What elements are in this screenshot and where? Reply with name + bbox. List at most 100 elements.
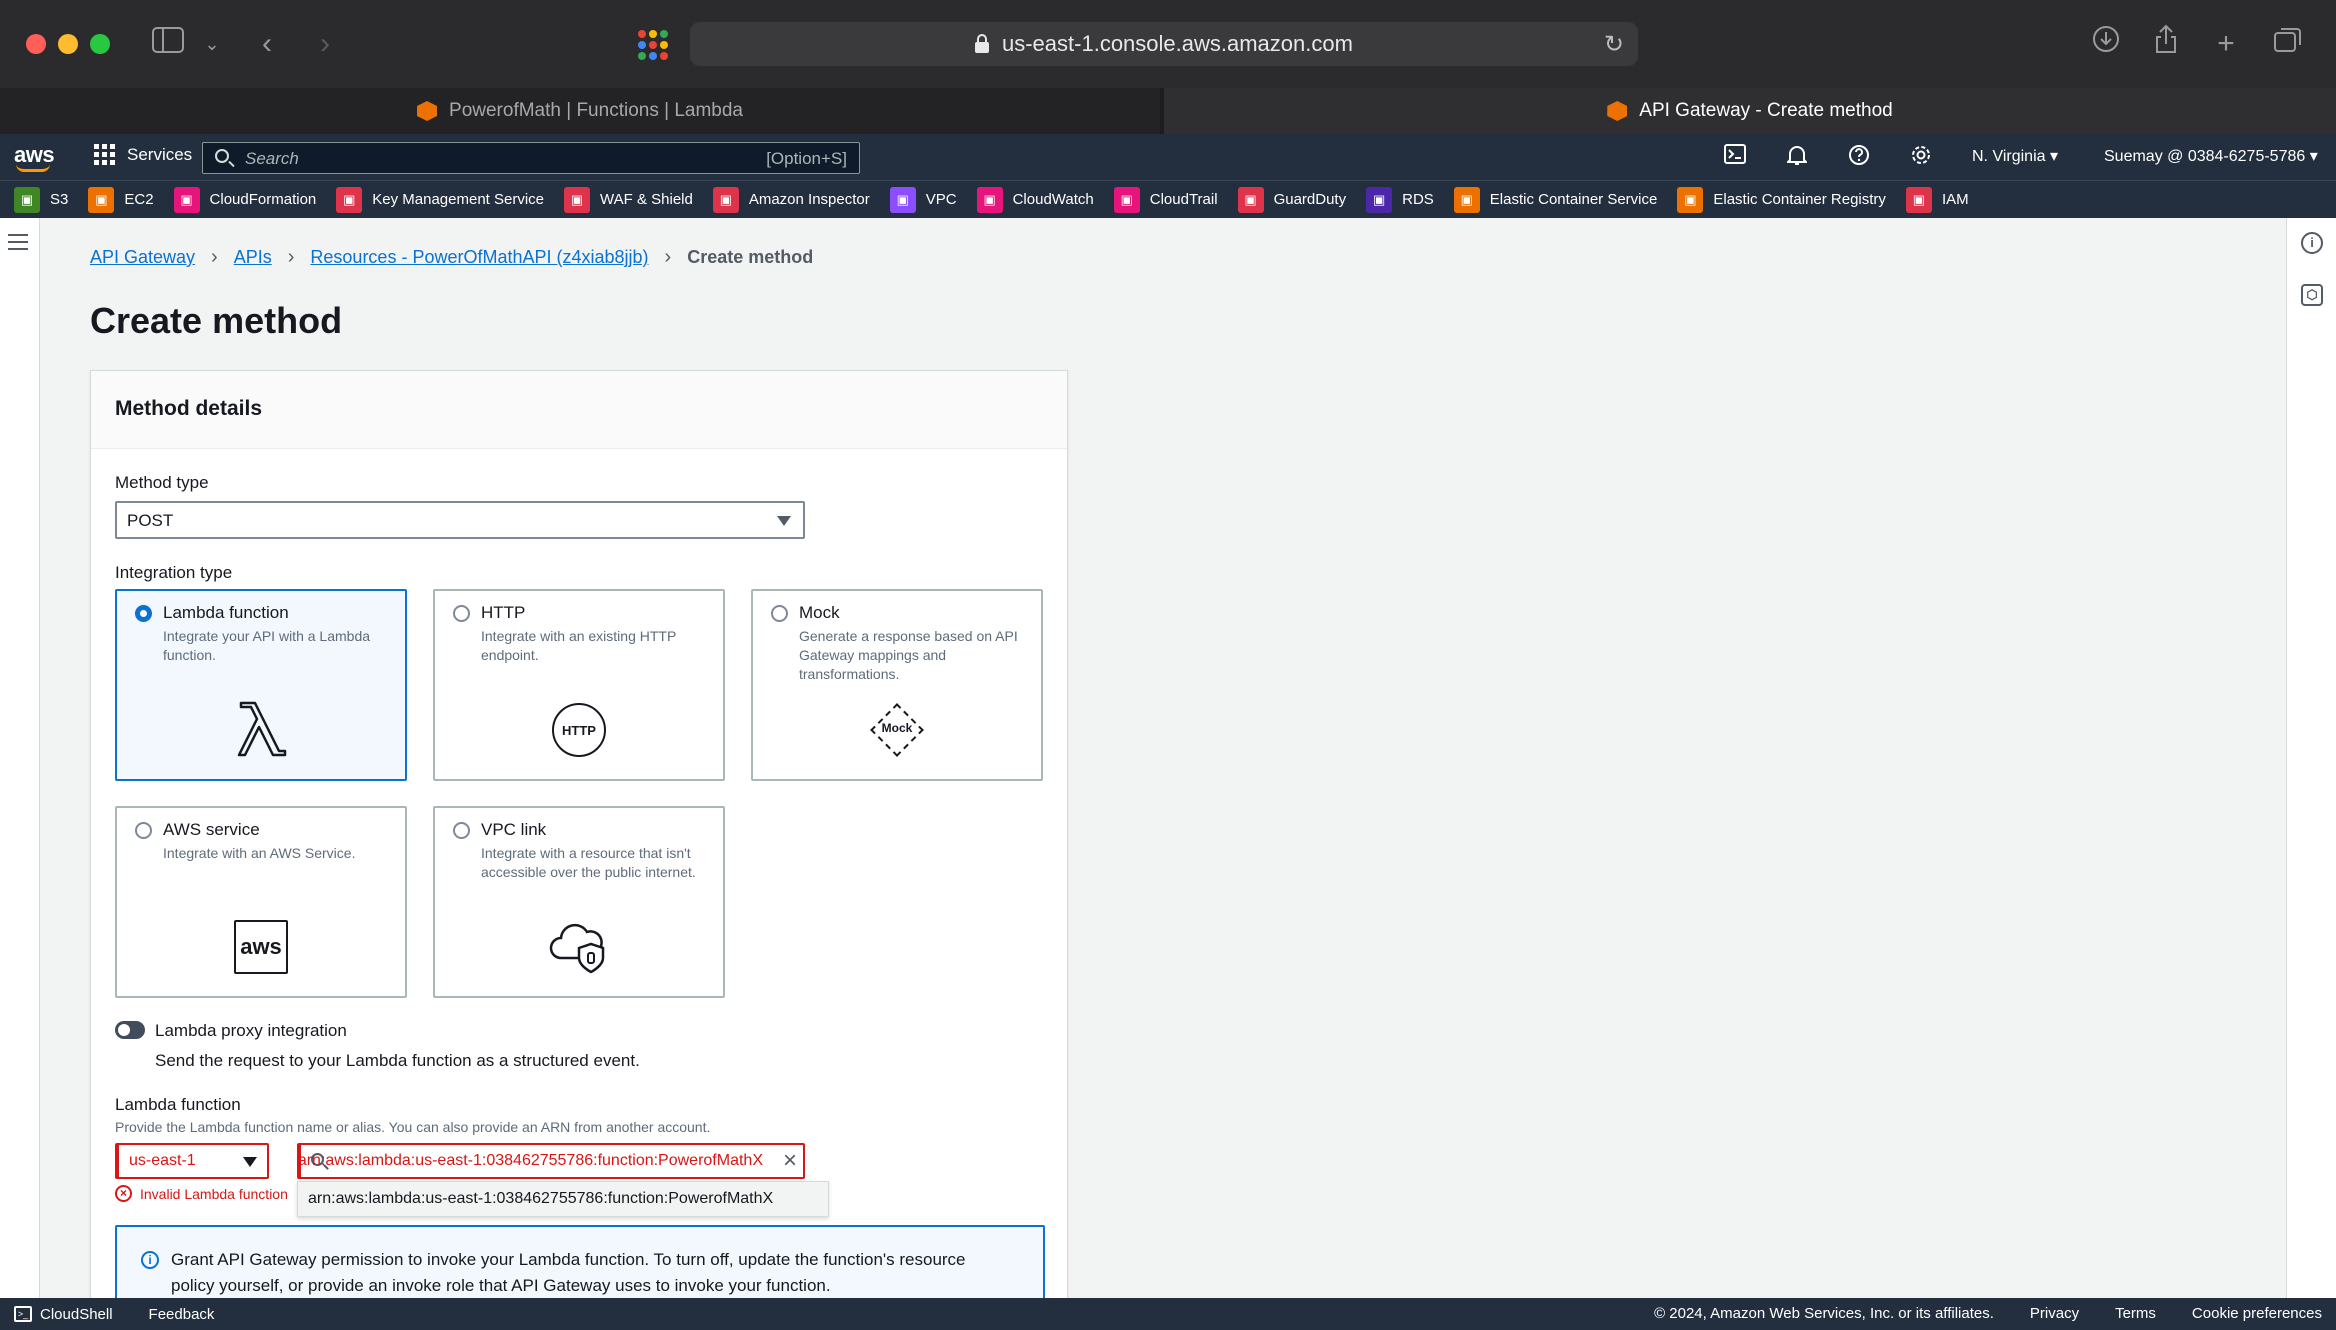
- lambda-proxy-toggle[interactable]: [115, 1021, 145, 1039]
- validation-error: × Invalid Lambda function: [115, 1185, 288, 1202]
- caret-down-icon: [777, 516, 791, 526]
- url-text: us-east-1.console.aws.amazon.com: [1002, 31, 1353, 56]
- service-icon: ▣: [88, 186, 115, 213]
- cookie-preferences-link[interactable]: Cookie preferences: [2192, 1305, 2322, 1322]
- chevron-down-icon[interactable]: ⌄: [200, 24, 224, 64]
- breadcrumb-current: Create method: [687, 247, 814, 267]
- lock-icon: [975, 34, 989, 53]
- integration-tile-http[interactable]: HTTP Integrate with an existing HTTP end…: [433, 589, 725, 781]
- favorite-iam[interactable]: ▣ IAM: [1905, 186, 1969, 213]
- reload-icon[interactable]: ↻: [1604, 30, 1624, 59]
- tab-bar: PowerofMath | Functions | Lambda API Gat…: [0, 88, 2336, 134]
- menu-icon[interactable]: [8, 234, 28, 250]
- service-icon: ▣: [173, 186, 200, 213]
- breadcrumb-apis[interactable]: APIs: [234, 247, 272, 268]
- lambda-function-label: Lambda function: [115, 1095, 241, 1114]
- info-icon[interactable]: i: [2301, 232, 2323, 254]
- maximize-window-button[interactable]: [90, 34, 110, 54]
- integration-tile-aws-service[interactable]: AWS service Integrate with an AWS Servic…: [115, 806, 407, 998]
- caret-down-icon: [243, 1157, 257, 1167]
- favorite-elastic-container-registry[interactable]: ▣ Elastic Container Registry: [1677, 186, 1886, 213]
- service-icon: ▣: [1453, 186, 1480, 213]
- left-navigation-rail: [0, 218, 40, 1298]
- account-menu[interactable]: Suemay @ 0384-6275-5786 ▾: [2104, 146, 2318, 166]
- radio-aws-service[interactable]: [135, 822, 152, 839]
- cloudshell-button[interactable]: >_ CloudShell: [14, 1306, 113, 1323]
- aws-logo[interactable]: aws: [14, 142, 55, 172]
- cloudshell-icon[interactable]: [1722, 144, 1748, 170]
- favorite-amazon-inspector[interactable]: ▣ Amazon Inspector: [712, 186, 870, 213]
- copyright-text: © 2024, Amazon Web Services, Inc. or its…: [1654, 1305, 1994, 1322]
- sidebar-toggle-icon[interactable]: [150, 24, 186, 64]
- gear-icon[interactable]: [1908, 144, 1934, 170]
- favorite-cloudformation[interactable]: ▣ CloudFormation: [173, 186, 316, 213]
- new-tab-icon[interactable]: +: [2210, 24, 2242, 64]
- radio-lambda[interactable]: [135, 605, 152, 622]
- download-icon[interactable]: [2090, 24, 2122, 64]
- minimize-window-button[interactable]: [58, 34, 78, 54]
- lambda-function-input[interactable]: arn:aws:lambda:us-east-1:038462755786:fu…: [297, 1143, 805, 1179]
- favorite-waf-shield[interactable]: ▣ WAF & Shield: [564, 186, 693, 213]
- service-icon: ▣: [1366, 186, 1393, 213]
- back-icon[interactable]: ‹: [252, 24, 282, 64]
- privacy-link[interactable]: Privacy: [2030, 1305, 2079, 1322]
- help-icon[interactable]: [1846, 144, 1872, 170]
- integration-tile-mock[interactable]: Mock Generate a response based on API Ga…: [751, 589, 1043, 781]
- clear-icon[interactable]: ×: [783, 1147, 797, 1175]
- bell-icon[interactable]: [1784, 144, 1810, 170]
- favorite-elastic-container-service[interactable]: ▣ Elastic Container Service: [1453, 186, 1657, 213]
- terms-link[interactable]: Terms: [2115, 1305, 2156, 1322]
- service-icon: ▣: [336, 186, 363, 213]
- forward-icon[interactable]: ›: [310, 24, 340, 64]
- breadcrumb: API Gateway › APIs › Resources - PowerOf…: [90, 246, 813, 269]
- tab-label: API Gateway - Create method: [1639, 100, 1893, 121]
- method-type-select[interactable]: POST: [115, 501, 805, 539]
- share-icon[interactable]: [2150, 24, 2182, 64]
- tab-overview-icon[interactable]: [2270, 24, 2306, 64]
- tab-label: PowerofMath | Functions | Lambda: [449, 100, 743, 121]
- breadcrumb-api-gateway[interactable]: API Gateway: [90, 247, 195, 268]
- autocomplete-suggestion[interactable]: arn:aws:lambda:us-east-1:038462755786:fu…: [297, 1181, 829, 1217]
- favorite-cloudwatch[interactable]: ▣ CloudWatch: [976, 186, 1094, 213]
- search-icon: [215, 149, 229, 163]
- http-icon: HTTP: [552, 703, 606, 757]
- panel-heading: Method details: [91, 371, 1067, 449]
- favorite-rds[interactable]: ▣ RDS: [1366, 186, 1434, 213]
- aws-console-header: aws Services Search [Option+S] N. Virgin…: [0, 134, 2336, 180]
- breadcrumb-resources[interactable]: Resources - PowerOfMathAPI (z4xiab8jjb): [310, 247, 648, 268]
- favorite-cloudtrail[interactable]: ▣ CloudTrail: [1113, 186, 1218, 213]
- tab-lambda[interactable]: PowerofMath | Functions | Lambda: [0, 88, 1160, 134]
- integration-tile-lambda[interactable]: Lambda function Integrate your API with …: [115, 589, 407, 781]
- favorite-vpc[interactable]: ▣ VPC: [889, 186, 957, 213]
- error-icon: ×: [115, 1185, 132, 1202]
- lambda-region-select[interactable]: us-east-1: [115, 1143, 269, 1179]
- chevron-right-icon: ›: [287, 246, 295, 268]
- radio-mock[interactable]: [771, 605, 788, 622]
- lambda-icon: [237, 701, 287, 757]
- browser-toolbar: ⌄ ‹ › us-east-1.console.aws.amazon.com ↻…: [0, 0, 2336, 88]
- search-input[interactable]: Search [Option+S]: [202, 142, 860, 174]
- feedback-link[interactable]: Feedback: [149, 1306, 215, 1323]
- favorite-ec2[interactable]: ▣ EC2: [88, 186, 154, 213]
- integration-type-label: Integration type: [115, 563, 233, 582]
- services-button[interactable]: Services: [94, 144, 192, 165]
- radio-http[interactable]: [453, 605, 470, 622]
- api-gateway-favicon-icon: [1607, 101, 1628, 121]
- method-details-panel: Method details Method type POST Integrat…: [90, 370, 1068, 1315]
- integration-tile-vpc-link[interactable]: VPC link Integrate with a resource that …: [433, 806, 725, 998]
- radio-vpc-link[interactable]: [453, 822, 470, 839]
- tab-api-gateway[interactable]: API Gateway - Create method: [1164, 88, 2336, 134]
- address-bar[interactable]: us-east-1.console.aws.amazon.com ↻: [690, 22, 1638, 66]
- favorite-key-management-service[interactable]: ▣ Key Management Service: [336, 186, 544, 213]
- lambda-proxy-label: Lambda proxy integration: [155, 1021, 347, 1040]
- favorite-s3[interactable]: ▣ S3: [14, 186, 68, 213]
- region-selector[interactable]: N. Virginia ▾: [1972, 146, 2058, 166]
- close-window-button[interactable]: [26, 34, 46, 54]
- favorite-guardduty[interactable]: ▣ GuardDuty: [1237, 186, 1346, 213]
- info-icon: i: [141, 1251, 159, 1269]
- hexagon-settings-icon[interactable]: ⬡: [2301, 284, 2323, 306]
- apps-grid-icon[interactable]: [638, 30, 668, 60]
- aws-service-icon: aws: [234, 920, 288, 974]
- service-icon: ▣: [712, 186, 739, 213]
- service-icon: ▣: [1237, 186, 1264, 213]
